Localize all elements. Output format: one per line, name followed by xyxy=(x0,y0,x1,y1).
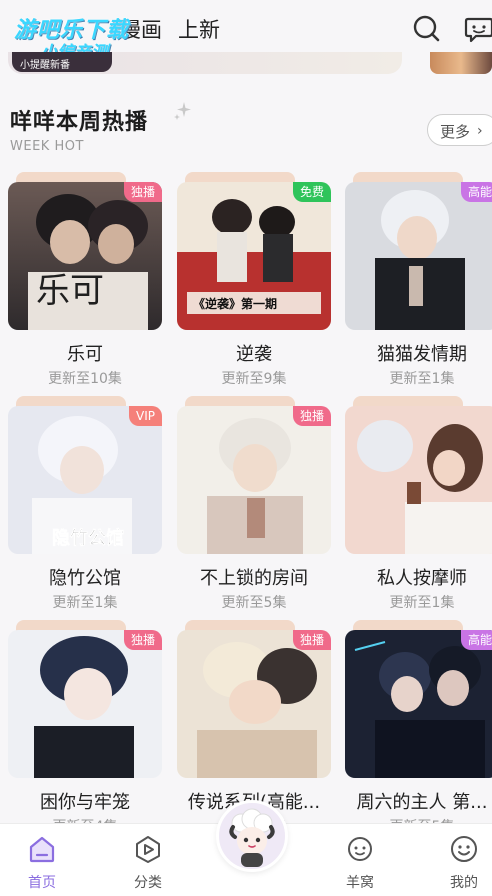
comic-cover[interactable] xyxy=(345,630,492,778)
status-badge: 独播 xyxy=(123,182,162,202)
cover-text: 隐竹公馆 xyxy=(52,527,124,549)
comic-title: 不上锁的房间 xyxy=(200,568,308,589)
comic-update: 更新至1集 xyxy=(389,595,455,611)
app-page: 漫画 上新 游吧乐下载 小编亲测 小提醒新番 咩咩本周热播 xyxy=(0,0,492,896)
banner-carousel[interactable]: 小提醒新番 xyxy=(8,52,402,74)
comic-update: 更新至9集 xyxy=(221,371,287,387)
watermark-logo: 游吧乐下载 小编亲测 xyxy=(6,10,156,63)
comic-cover[interactable] xyxy=(8,630,162,778)
nav-home[interactable]: 首页 xyxy=(12,834,72,892)
status-badge: 独播 xyxy=(123,630,162,650)
smile-face-icon xyxy=(451,836,477,862)
comic-title: 私人按摩师 xyxy=(377,568,467,589)
comic-title: 周六的主人 第... xyxy=(356,792,488,813)
cover-text: 乐可 xyxy=(36,271,104,311)
status-badge: 独播 xyxy=(292,630,331,650)
nav-nest[interactable]: 羊窝 xyxy=(330,834,390,892)
status-badge: 高能 xyxy=(460,630,492,650)
comic-cover[interactable]: 隐竹公馆 xyxy=(8,406,162,554)
comic-title: 猫猫发情期 xyxy=(377,344,467,365)
comic-update: 更新至1集 xyxy=(389,371,455,387)
sheep-mascot-icon xyxy=(219,803,285,869)
comic-update: 更新至10集 xyxy=(48,371,122,387)
comic-cover[interactable] xyxy=(345,182,492,330)
comic-cover[interactable] xyxy=(345,406,492,554)
nav-mine-label: 我的 xyxy=(450,875,478,891)
home-icon xyxy=(29,836,55,863)
nav-nest-label: 羊窝 xyxy=(346,875,374,891)
nav-category-label: 分类 xyxy=(134,875,162,891)
nav-category[interactable]: 分类 xyxy=(118,834,178,892)
banner-chip: 小提醒新番 xyxy=(12,52,112,72)
status-badge: 免费 xyxy=(292,182,331,202)
comic-cover[interactable] xyxy=(177,406,331,554)
chevron-right-icon: › xyxy=(477,123,483,139)
cover-text: 《逆袭》第一期 xyxy=(193,296,277,311)
comic-title: 隐竹公馆 xyxy=(49,568,121,589)
top-bar: 漫画 上新 游吧乐下载 小编亲测 xyxy=(0,0,492,63)
status-badge: 高能 xyxy=(460,182,492,202)
nav-mine[interactable]: 我的 xyxy=(434,834,492,892)
section-title: 咩咩本周热播 xyxy=(10,110,149,135)
comic-cover[interactable]: 乐可 xyxy=(8,182,162,330)
more-label: 更多 xyxy=(440,123,471,141)
comic-cover[interactable] xyxy=(177,630,331,778)
nav-home-label: 首页 xyxy=(28,875,56,891)
comic-update: 更新至5集 xyxy=(221,595,287,611)
tab-new[interactable]: 上新 xyxy=(178,14,220,44)
section-subtitle: WEEK HOT xyxy=(10,139,84,154)
comic-title: 逆袭 xyxy=(236,344,272,365)
status-badge: 独播 xyxy=(292,406,331,426)
search-icon[interactable] xyxy=(410,12,444,46)
center-mascot-button[interactable] xyxy=(216,800,288,872)
sheep-icon xyxy=(348,837,372,861)
more-button[interactable]: 更多 › xyxy=(427,114,492,146)
sparkle-icon xyxy=(174,102,191,120)
comic-update: 更新至1集 xyxy=(52,595,118,611)
message-icon[interactable] xyxy=(462,12,492,46)
category-icon xyxy=(136,836,160,863)
comic-title: 困你与牢笼 xyxy=(40,792,130,813)
comic-cover[interactable]: 《逆袭》第一期 xyxy=(177,182,331,330)
banner-next-preview[interactable] xyxy=(430,52,492,74)
status-badge: VIP xyxy=(129,406,162,426)
comic-title: 乐可 xyxy=(67,344,103,365)
